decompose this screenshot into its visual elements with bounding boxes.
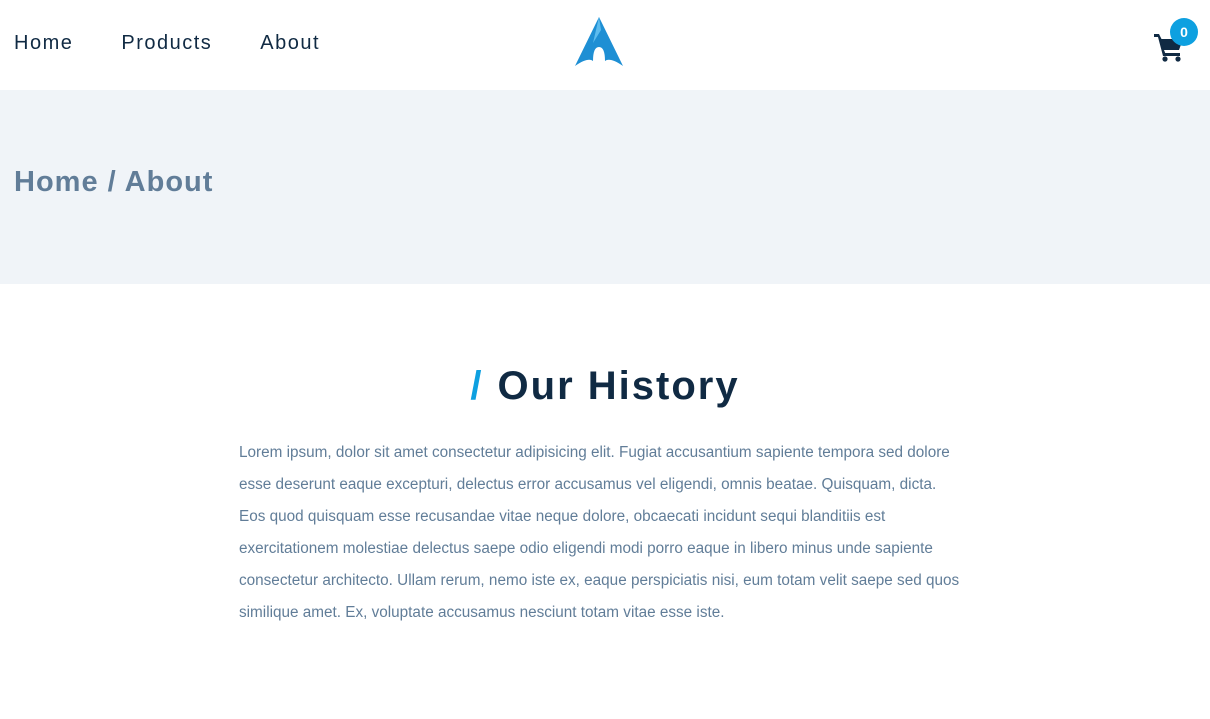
- cart-count-badge: 0: [1170, 18, 1198, 46]
- section-title: / Our History: [0, 362, 1210, 410]
- page-hero: Home / About: [0, 90, 1210, 284]
- history-paragraph: Lorem ipsum, dolor sit amet consectetur …: [239, 444, 960, 621]
- logo-a-icon[interactable]: [574, 16, 624, 66]
- nav-links: Home Products About: [14, 29, 320, 57]
- title-text: Our History: [497, 364, 740, 408]
- nav-link-about[interactable]: About: [260, 29, 320, 57]
- title-slash: /: [470, 364, 484, 408]
- breadcrumb: Home / About: [14, 166, 214, 198]
- nav-link-products[interactable]: Products: [121, 29, 212, 57]
- navbar: Home Products About 0: [0, 0, 1210, 90]
- nav-link-home[interactable]: Home: [14, 29, 73, 57]
- history-section: / Our History Lorem ipsum, dolor sit amet…: [0, 284, 1210, 719]
